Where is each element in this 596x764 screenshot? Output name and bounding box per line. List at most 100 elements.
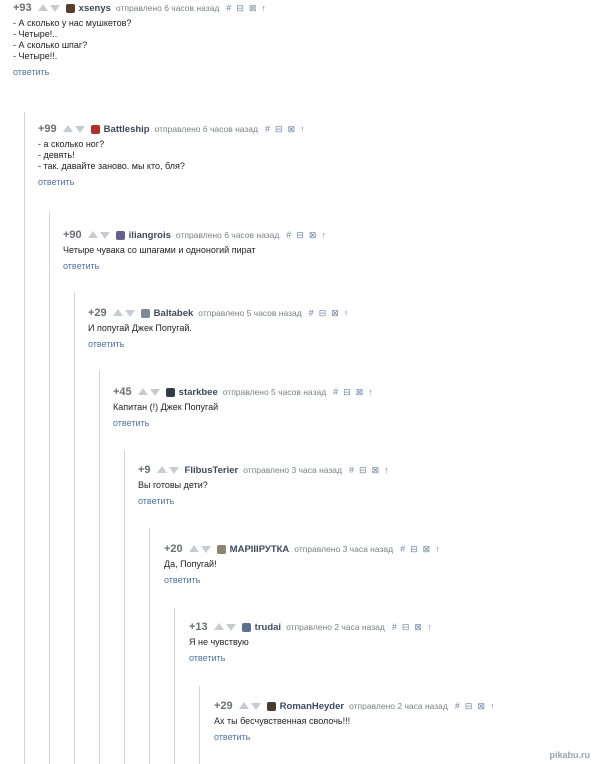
picture-icon[interactable]: ⊠	[288, 124, 296, 134]
parent-arrow-icon[interactable]: ↑	[261, 3, 266, 13]
reply-link[interactable]: ответить	[63, 261, 99, 271]
reply-link[interactable]: ответить	[113, 418, 149, 428]
username-link[interactable]: Baltabek	[154, 308, 194, 319]
upvote-icon[interactable]	[37, 4, 48, 11]
rating-score: +9	[138, 464, 151, 476]
username-link[interactable]: xsenys	[79, 3, 111, 14]
reply-link[interactable]: ответить	[88, 339, 124, 349]
username-link[interactable]: Battleship	[104, 124, 150, 135]
save-icon[interactable]: ⊟	[275, 124, 283, 134]
parent-arrow-icon[interactable]: ↑	[435, 544, 440, 554]
picture-icon[interactable]: ⊠	[372, 465, 380, 475]
reply-link[interactable]: ответить	[189, 653, 225, 663]
comment-body: - а сколько ног? - девять! - так. давайте …	[38, 139, 310, 172]
username-link[interactable]: iliangrois	[129, 230, 171, 241]
downvote-icon[interactable]	[250, 703, 261, 710]
avatar[interactable]	[140, 308, 150, 318]
downvote-icon[interactable]	[168, 467, 179, 474]
comment-line: Да, Попугай!	[164, 559, 217, 569]
picture-icon[interactable]: ⊠	[414, 622, 422, 632]
picture-icon[interactable]: ⊠	[309, 230, 317, 240]
parent-arrow-icon[interactable]: ↑	[344, 308, 349, 318]
avatar[interactable]	[90, 124, 100, 134]
upvote-icon[interactable]	[87, 231, 98, 238]
thread-line	[149, 528, 150, 764]
reply-link[interactable]: ответить	[164, 575, 200, 585]
username-link[interactable]: RomanHeyder	[280, 701, 344, 712]
username-link[interactable]: starkbee	[179, 387, 218, 398]
comment-line: - так. давайте заново. мы кто, бля?	[38, 161, 185, 171]
timestamp: отправлено 6 часов назад	[115, 3, 220, 13]
parent-arrow-icon[interactable]: ↑	[321, 230, 326, 240]
downvote-icon[interactable]	[49, 5, 60, 12]
downvote-icon[interactable]	[99, 232, 110, 239]
comment-body: Ах ты бесчувственная сволочь!!!	[214, 716, 499, 727]
avatar[interactable]	[165, 387, 175, 397]
picture-icon[interactable]: ⊠	[423, 544, 431, 554]
reply-link[interactable]: ответить	[138, 496, 174, 506]
vote-controls	[156, 466, 179, 474]
permalink-icon[interactable]: #	[349, 465, 354, 475]
comment-line: - А сколько у нас мушкетов?	[13, 18, 132, 28]
save-icon[interactable]: ⊟	[359, 465, 367, 475]
picture-icon[interactable]: ⊠	[249, 3, 257, 13]
save-icon[interactable]: ⊟	[319, 308, 327, 318]
permalink-icon[interactable]: #	[309, 308, 314, 318]
parent-arrow-icon[interactable]: ↑	[427, 622, 432, 632]
parent-arrow-icon[interactable]: ↑	[368, 387, 373, 397]
upvote-icon[interactable]	[62, 125, 73, 132]
avatar[interactable]	[216, 544, 226, 554]
comment-header: +29 Baltabek отправлено 5 часов назад # …	[88, 306, 353, 320]
avatar[interactable]	[266, 701, 276, 711]
permalink-icon[interactable]: #	[400, 544, 405, 554]
reply-link[interactable]: ответить	[214, 732, 250, 742]
upvote-icon[interactable]	[188, 545, 199, 552]
picture-icon[interactable]: ⊠	[331, 308, 339, 318]
downvote-icon[interactable]	[200, 546, 211, 553]
save-icon[interactable]: ⊟	[236, 3, 244, 13]
upvote-icon[interactable]	[137, 388, 148, 395]
reply-link[interactable]: ответить	[38, 177, 74, 187]
username-link[interactable]: МАРIIIРУТКА	[230, 544, 290, 555]
save-icon[interactable]: ⊟	[402, 622, 410, 632]
upvote-icon[interactable]	[112, 309, 123, 316]
permalink-icon[interactable]: #	[226, 3, 231, 13]
parent-arrow-icon[interactable]: ↑	[384, 465, 389, 475]
rating-score: +93	[13, 2, 32, 14]
permalink-icon[interactable]: #	[286, 230, 291, 240]
parent-arrow-icon[interactable]: ↑	[300, 124, 305, 134]
comment-line: Ах ты бесчувственная сволочь!!!	[214, 716, 351, 726]
comment-line: Я не чувствую	[189, 637, 249, 647]
save-icon[interactable]: ⊟	[343, 387, 351, 397]
comment: +45 starkbee отправлено 5 часов назад # …	[113, 385, 378, 431]
avatar[interactable]	[65, 3, 75, 13]
avatar[interactable]	[115, 230, 125, 240]
permalink-icon[interactable]: #	[265, 124, 270, 134]
downvote-icon[interactable]	[124, 310, 135, 317]
comment-line: - Четыре!..	[13, 29, 58, 39]
picture-icon[interactable]: ⊠	[356, 387, 364, 397]
upvote-icon[interactable]	[156, 466, 167, 473]
downvote-icon[interactable]	[149, 389, 160, 396]
permalink-icon[interactable]: #	[455, 701, 460, 711]
username-link[interactable]: FlibusTerier	[185, 465, 239, 476]
permalink-icon[interactable]: #	[392, 622, 397, 632]
save-icon[interactable]: ⊟	[465, 701, 473, 711]
downvote-icon[interactable]	[225, 624, 236, 631]
username-link[interactable]: trudai	[255, 622, 281, 633]
thread-line	[49, 212, 50, 764]
save-icon[interactable]: ⊟	[410, 544, 418, 554]
permalink-icon[interactable]: #	[333, 387, 338, 397]
save-icon[interactable]: ⊟	[296, 230, 304, 240]
reply-link[interactable]: ответить	[13, 67, 49, 77]
comment-header: +90 iliangrois отправлено 6 часов назад …	[63, 228, 331, 242]
upvote-icon[interactable]	[213, 623, 224, 630]
picture-icon[interactable]: ⊠	[477, 701, 485, 711]
timestamp: отправлено 3 часа назад	[294, 544, 394, 554]
avatar[interactable]	[241, 622, 251, 632]
downvote-icon[interactable]	[74, 126, 85, 133]
upvote-icon[interactable]	[238, 702, 249, 709]
parent-arrow-icon[interactable]: ↑	[490, 701, 495, 711]
thread-line	[99, 370, 100, 764]
comment-line: - а сколько ног?	[38, 139, 105, 149]
